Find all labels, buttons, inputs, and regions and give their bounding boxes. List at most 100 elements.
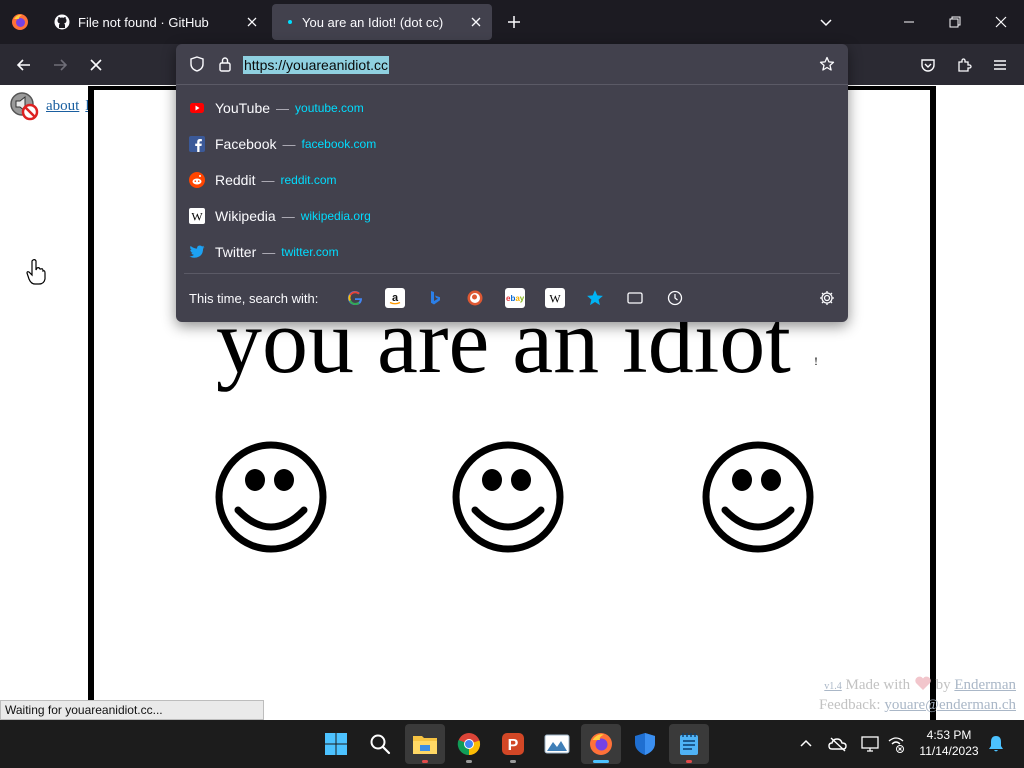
- youtube-icon: [188, 99, 206, 117]
- network-disconnected-icon[interactable]: [886, 734, 906, 754]
- suggestion-domain: youtube.com: [295, 101, 364, 115]
- made-with-text: Made with: [845, 677, 911, 693]
- forward-button[interactable]: [45, 50, 75, 80]
- about-link[interactable]: about: [46, 98, 79, 115]
- suggestion-wikipedia[interactable]: W Wikipedia — wikipedia.org: [176, 198, 848, 234]
- start-button[interactable]: [316, 724, 356, 764]
- chrome-icon: [457, 733, 481, 756]
- onedrive-offline-icon[interactable]: [828, 734, 848, 754]
- close-tab-icon[interactable]: [464, 10, 488, 34]
- suggestion-twitter[interactable]: Twitter — twitter.com: [176, 234, 848, 270]
- tab-bar: File not found · GitHub You are an Idiot…: [0, 0, 1024, 44]
- suggestion-domain: facebook.com: [301, 137, 377, 151]
- history-icon[interactable]: [665, 288, 685, 308]
- duckduckgo-icon[interactable]: [465, 288, 485, 308]
- svg-text:ebay: ebay: [506, 294, 524, 303]
- list-all-tabs-button[interactable]: [810, 6, 842, 38]
- github-icon: [54, 14, 70, 30]
- show-hidden-icons-chevron-up-icon[interactable]: [796, 734, 816, 754]
- suggestion-youtube[interactable]: YouTube — youtube.com: [176, 90, 848, 126]
- svg-text:W: W: [549, 292, 561, 306]
- author-link[interactable]: Enderman: [954, 677, 1016, 693]
- loading-dot-icon: [288, 20, 292, 24]
- url-separator: [176, 84, 848, 85]
- windows-taskbar: P: [0, 720, 1024, 768]
- suggestion-name: Twitter: [215, 244, 257, 260]
- hand-cursor-icon: [26, 259, 46, 285]
- suggestion-facebook[interactable]: Facebook — facebook.com: [176, 126, 848, 162]
- version-link[interactable]: v1.4: [824, 681, 842, 692]
- credit-block: v1.4 Made with by Enderman Feedback: you…: [819, 676, 1016, 715]
- restore-button[interactable]: [939, 6, 971, 38]
- suggestion-reddit[interactable]: Reddit — reddit.com: [176, 162, 848, 198]
- url-input[interactable]: https://youareanidiot.cc: [243, 56, 389, 74]
- arrow-right-icon: [54, 59, 68, 71]
- hamburger-menu-icon: [994, 60, 1006, 70]
- stop-loading-button[interactable]: [81, 50, 111, 80]
- notifications-bell-icon[interactable]: [986, 734, 1006, 754]
- close-window-button[interactable]: [985, 6, 1017, 38]
- extensions-button[interactable]: [949, 50, 979, 80]
- firefox-icon: [590, 733, 612, 755]
- clock-time: 4:53 PM: [926, 728, 972, 742]
- new-tab-button[interactable]: [502, 10, 526, 34]
- lock-icon[interactable]: [215, 54, 235, 74]
- search-with-label: This time, search with:: [189, 291, 319, 306]
- ebay-icon[interactable]: ebay: [505, 288, 525, 308]
- twitter-icon: [188, 243, 206, 261]
- tab-title: File not found · GitHub: [78, 14, 209, 30]
- back-button[interactable]: [9, 50, 39, 80]
- firefox-view-button[interactable]: [6, 8, 34, 36]
- running-indicator: [422, 760, 428, 763]
- tab-youareanidiot[interactable]: You are an Idiot! (dot cc): [272, 4, 492, 40]
- suggestion-dash: —: [276, 100, 290, 116]
- smiley-face-icon: [702, 441, 814, 553]
- svg-text:P: P: [508, 737, 519, 754]
- tab-github[interactable]: File not found · GitHub: [44, 4, 268, 40]
- tracking-protection-shield-icon[interactable]: [187, 54, 207, 74]
- taskbar-clock[interactable]: 4:53 PM 11/14/2023: [914, 727, 984, 759]
- bookmark-star-icon[interactable]: [817, 54, 837, 74]
- suggestion-dash: —: [261, 172, 275, 188]
- taskbar-search-button[interactable]: [360, 724, 400, 764]
- minimize-button[interactable]: [893, 6, 925, 38]
- search-icon: [370, 734, 391, 755]
- app-menu-button[interactable]: [985, 50, 1015, 80]
- status-bar: Waiting for youareanidiot.cc...: [0, 700, 264, 720]
- amazon-icon[interactable]: a: [385, 288, 405, 308]
- bookmarks-icon[interactable]: [585, 288, 605, 308]
- feedback-email-link[interactable]: youare@enderman.ch: [884, 697, 1016, 713]
- bing-icon[interactable]: [425, 288, 445, 308]
- taskbar-firefox[interactable]: [581, 724, 621, 764]
- taskbar-notepad[interactable]: [669, 724, 709, 764]
- taskbar-photos[interactable]: [537, 724, 577, 764]
- search-settings-gear-icon[interactable]: [817, 288, 837, 308]
- suggestion-name: YouTube: [215, 100, 271, 116]
- url-bar[interactable]: https://youareanidiot.cc: [176, 44, 848, 84]
- smiley-face-icon: [452, 441, 564, 553]
- pocket-button[interactable]: [913, 50, 943, 80]
- running-indicator: [510, 760, 516, 763]
- taskbar-wps-presentation[interactable]: P: [493, 724, 533, 764]
- wikipedia-icon[interactable]: W: [545, 288, 565, 308]
- url-dropdown-panel: https://youareanidiot.cc YouTube — youtu…: [176, 44, 848, 322]
- taskbar-chrome[interactable]: [449, 724, 489, 764]
- wps-presentation-icon: P: [502, 733, 524, 755]
- suggestion-domain: twitter.com: [281, 245, 339, 259]
- tabs-icon[interactable]: [625, 288, 645, 308]
- google-icon[interactable]: [345, 288, 365, 308]
- suggestion-domain: wikipedia.org: [300, 209, 371, 223]
- display-icon[interactable]: [860, 734, 880, 754]
- taskbar-windows-security[interactable]: [625, 724, 665, 764]
- close-tab-icon[interactable]: [240, 10, 264, 34]
- by-text: by: [935, 677, 951, 693]
- running-indicator: [593, 760, 609, 763]
- suggestion-dash: —: [282, 136, 296, 152]
- clock-date: 11/14/2023: [919, 744, 979, 758]
- suggestion-name: Reddit: [215, 172, 256, 188]
- taskbar-file-explorer[interactable]: [405, 724, 445, 764]
- speaker-muted-icon[interactable]: [8, 90, 40, 122]
- suggestion-dash: —: [281, 208, 295, 224]
- feedback-line: Feedback: youare@enderman.ch: [819, 696, 1016, 715]
- tab-title: You are an Idiot! (dot cc): [302, 14, 444, 30]
